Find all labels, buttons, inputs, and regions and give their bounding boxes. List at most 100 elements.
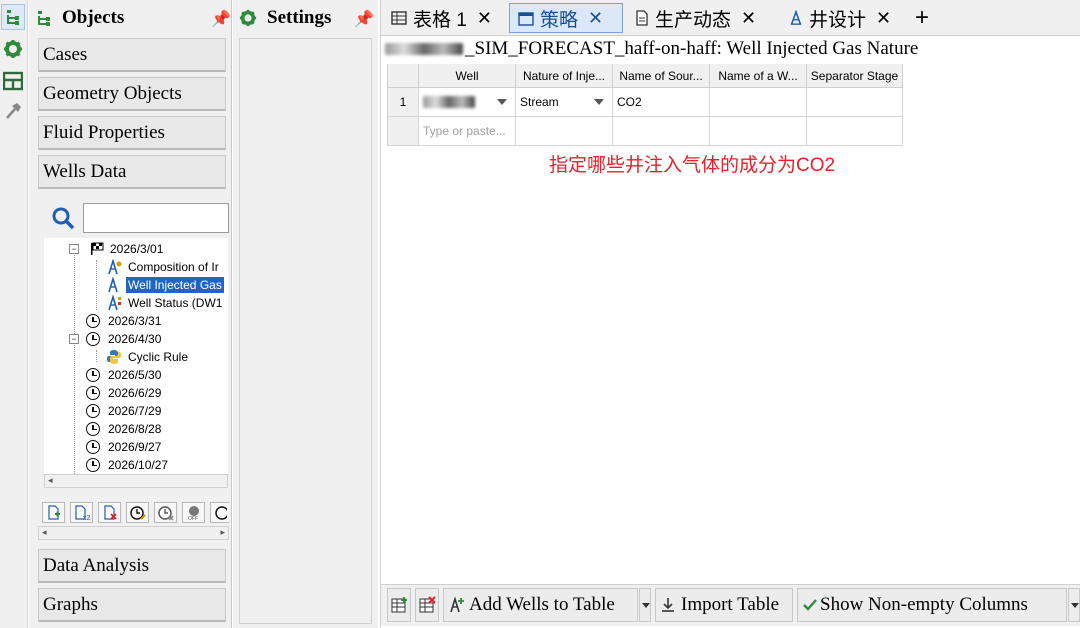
add-wells-dropdown-button[interactable] [639,588,651,622]
chevron-down-icon[interactable] [594,99,604,105]
clock-remove-icon[interactable] [154,502,177,523]
collapse-toggle[interactable]: − [69,334,79,344]
tree-node-script[interactable]: Cyclic Rule [106,348,188,366]
category-wells-data[interactable]: Wells Data [38,155,226,189]
tab-bar: 表格 1 ✕ 策略 ✕ 生产动态 ✕ 井设计 ✕ + [381,0,1080,36]
close-icon[interactable]: ✕ [588,8,603,29]
copy-page-x2-icon[interactable]: x2 [70,502,93,523]
tab-table-1[interactable]: 表格 1 ✕ [383,3,501,33]
gear-icon[interactable] [1,36,25,62]
clock-icon [86,422,100,436]
new-row-input[interactable]: Type or paste... [419,117,516,146]
tree-node-date[interactable]: 2026/3/31 [86,312,161,330]
category-data-analysis[interactable]: Data Analysis [38,549,226,583]
column-header-source[interactable]: Name of Sour... [613,64,710,88]
tree-node-date[interactable]: 2026/5/30 [86,366,161,384]
import-table-label: Import Table [681,594,780,615]
column-header-separator[interactable]: Separator Stage [807,64,903,88]
tree-node-label: Cyclic Rule [128,350,189,364]
tree-node-label: Well Status (DW1 [128,296,223,310]
clock-icon [86,458,100,472]
collapse-toggle[interactable]: − [69,244,79,254]
category-geometry-objects[interactable]: Geometry Objects [38,77,226,111]
new-row-number[interactable] [387,117,419,146]
tab-label: 井设计 [809,9,867,31]
add-wells-to-table-button[interactable]: Add Wells to Table [443,588,638,622]
delete-page-icon[interactable] [98,502,121,523]
tab-strategy[interactable]: 策略 ✕ [509,3,623,33]
add-row-icon[interactable] [387,588,411,622]
tree-node-date[interactable]: 2026/7/29 [86,402,161,420]
tree-node-date[interactable]: 2026/8/28 [86,420,161,438]
tree-node-well-event[interactable]: Well Status (DW1 [106,294,222,312]
calendar-icon [518,10,534,26]
search-icon[interactable] [51,206,75,233]
objects-tree[interactable]: − 2026/3/01 Composition of Ir Well Injec… [44,238,228,488]
bottom-toolbar: Add Wells to Table Import Table Show Non… [381,584,1080,626]
clock-icon [86,440,100,454]
tree-node-label: 2026/6/29 [108,386,162,400]
tab-well-design[interactable]: 井设计 ✕ [781,3,901,33]
hammer-icon[interactable] [1,98,25,124]
close-icon[interactable]: ✕ [876,8,891,29]
tree-icon[interactable] [1,4,25,30]
new-row-cell[interactable] [710,117,807,146]
column-header-name-w[interactable]: Name of a W... [710,64,807,88]
show-non-empty-columns-button[interactable]: Show Non-empty Columns [797,588,1067,622]
tree-line [96,260,97,310]
well-rig-icon [106,259,122,275]
scroll-left-arrow-icon[interactable]: ◂ [42,527,47,538]
delete-row-icon[interactable] [415,588,439,622]
clock-edit-icon[interactable] [126,502,149,523]
category-graphs[interactable]: Graphs [38,588,226,622]
tree-node-well-event-selected[interactable]: Well Injected Gas [106,276,228,294]
category-cases[interactable]: Cases [38,38,226,72]
add-page-icon[interactable] [42,502,65,523]
layout-icon[interactable] [1,68,25,94]
source-cell[interactable]: CO2 [613,88,710,117]
clock-icon [86,386,100,400]
column-header-nature[interactable]: Nature of Inje... [516,64,613,88]
category-fluid-properties[interactable]: Fluid Properties [38,116,226,150]
svg-text:x2: x2 [83,515,90,521]
tree-node-well-event[interactable]: Composition of Ir [106,258,219,276]
name-w-cell[interactable] [710,88,807,117]
tree-node-date[interactable]: 2026/6/29 [86,384,161,402]
tree-node-label: 2026/9/27 [108,440,162,454]
clock-icon [86,368,100,382]
toggle-off-icon[interactable]: OFF [182,502,205,523]
new-row-cell[interactable] [807,117,903,146]
chevron-down-icon[interactable] [497,99,507,105]
new-row-cell[interactable] [613,117,710,146]
pin-icon[interactable]: 📌 [211,9,231,29]
show-columns-dropdown-button[interactable] [1068,588,1080,622]
close-icon[interactable]: ✕ [741,8,756,29]
column-header-well[interactable]: Well [419,64,516,88]
clock-icon[interactable] [210,502,229,523]
document-title-text: _SIM_FORECAST_haff-on-haff: Well Injecte… [465,38,919,59]
new-row-cell[interactable] [516,117,613,146]
tab-production[interactable]: 生产动态 ✕ [627,3,761,33]
scroll-left-arrow-icon[interactable]: ◂ [48,475,53,486]
objects-panel-title: Objects [62,7,125,28]
redacted-well-name [423,96,475,108]
nature-cell[interactable]: Stream [516,88,613,117]
checkmark-icon [803,598,817,612]
well-cell[interactable] [419,88,516,117]
tree-node-label: Composition of Ir [128,260,219,274]
pin-icon[interactable]: 📌 [354,9,374,29]
search-input[interactable] [83,203,229,233]
tree-horizontal-scrollbar[interactable]: ◂ [44,474,228,488]
separator-cell[interactable] [807,88,903,117]
scroll-right-arrow-icon[interactable]: ▸ [220,527,225,538]
row-number[interactable]: 1 [387,88,419,117]
add-tab-button[interactable]: + [909,3,939,33]
tree-node-date[interactable]: 2026/3/01 [90,240,163,258]
grid-corner[interactable] [387,64,419,88]
tree-node-date[interactable]: 2026/4/30 [86,330,161,348]
toolbar-horizontal-scrollbar[interactable]: ◂ ▸ [38,526,229,540]
tree-node-date[interactable]: 2026/10/27 [86,456,168,474]
import-table-button[interactable]: Import Table [655,588,793,622]
tree-node-date[interactable]: 2026/9/27 [86,438,161,456]
close-icon[interactable]: ✕ [477,8,492,29]
